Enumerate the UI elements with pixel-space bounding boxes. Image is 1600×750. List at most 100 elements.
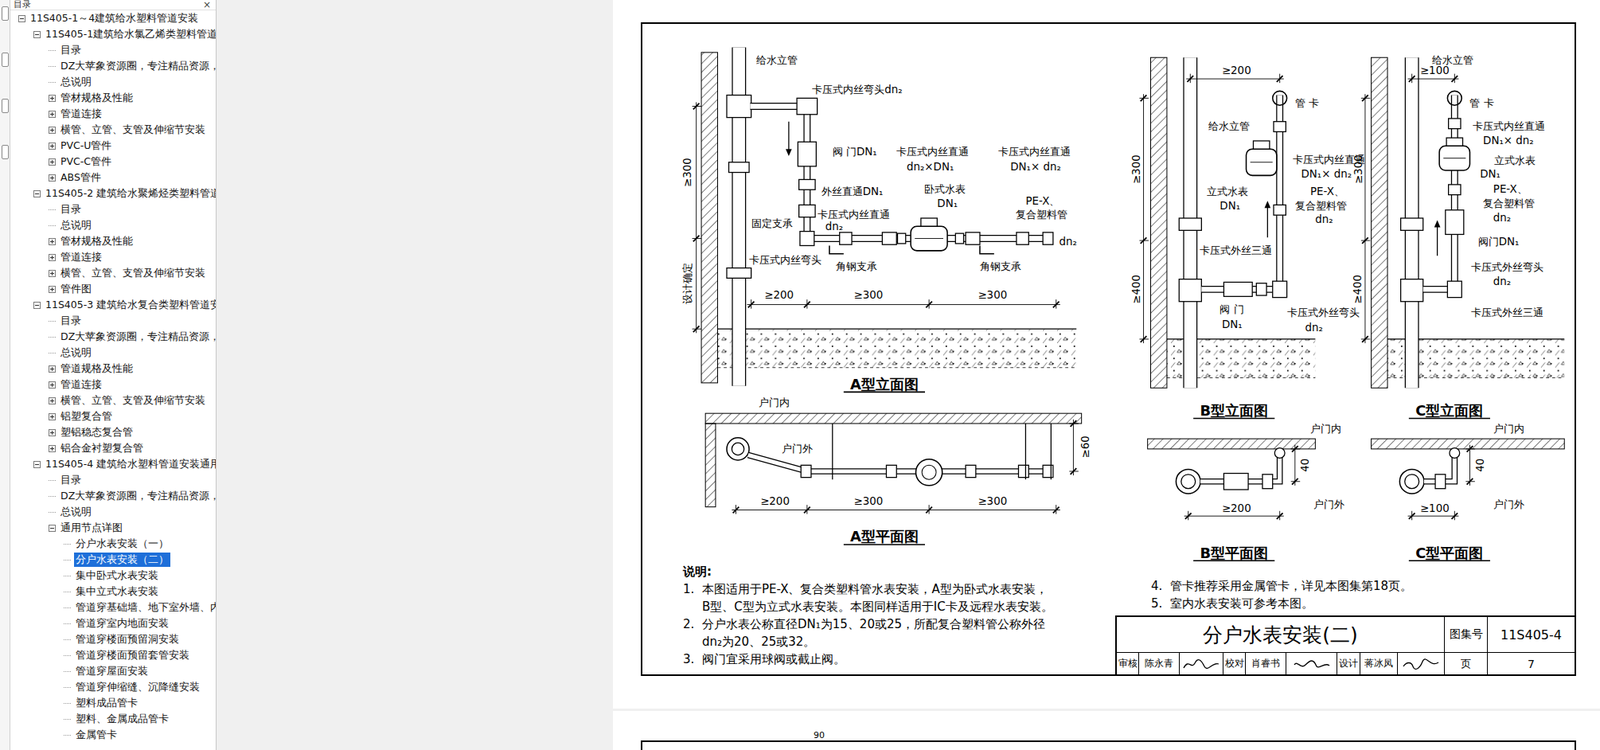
tree-item-label[interactable]: 管道连接: [58, 377, 104, 392]
tree-item[interactable]: 塑料、金属成品管卡: [10, 710, 216, 727]
tree-item-label[interactable]: 横管、立管、支管及伸缩节安装: [58, 122, 207, 137]
tree-item-label[interactable]: 管道穿楼面预留洞安装: [74, 632, 181, 647]
expand-icon[interactable]: [48, 110, 56, 118]
tree-item-label[interactable]: 塑料、金属成品管卡: [74, 711, 171, 726]
tree-item[interactable]: DZ大苹象资源圈，专注精品资源，提: [10, 487, 216, 504]
tree-item-label[interactable]: DZ大苹象资源圈，专注精品资源，提: [58, 329, 217, 344]
tree-item[interactable]: 管道规格及性能: [10, 360, 216, 377]
expand-icon[interactable]: [48, 381, 56, 389]
tree-item[interactable]: 塑铝稳态复合管: [10, 424, 216, 441]
expand-icon[interactable]: [48, 174, 56, 182]
tree-item-label[interactable]: 管道穿基础墙、地下室外墙、内墙: [74, 600, 217, 615]
tree-item[interactable]: 管道穿基础墙、地下室外墙、内墙: [10, 599, 216, 616]
tree-item-label[interactable]: 管道穿室内地面安装: [74, 616, 171, 631]
tree-item-label[interactable]: 集中立式水表安装: [74, 584, 160, 599]
tree-item[interactable]: 总说明: [10, 344, 216, 361]
tree-item-label[interactable]: 管道连接: [58, 106, 104, 121]
tree-item[interactable]: 管道穿屋面安装: [10, 663, 216, 680]
tree-item-label[interactable]: 塑铝稳态复合管: [58, 425, 135, 440]
tree-item-label[interactable]: DZ大苹象资源圈，专注精品资源，提: [58, 58, 217, 74]
tree-item-label[interactable]: 管件图: [58, 281, 94, 297]
tool-icon[interactable]: [1, 6, 9, 21]
tree-item-label[interactable]: 目录: [58, 202, 83, 217]
tree-item-label[interactable]: 通用节点详图: [58, 520, 125, 535]
tree-item-label[interactable]: PVC-U管件: [58, 138, 114, 153]
expand-icon[interactable]: [48, 269, 56, 278]
tree-item-label[interactable]: 分户水表安装（一）: [74, 536, 171, 551]
tree-item-label[interactable]: 管材规格及性能: [58, 90, 135, 106]
tree-item[interactable]: 金属管卡: [10, 726, 216, 743]
tree-item[interactable]: 管材规格及性能: [10, 89, 216, 106]
tree-item[interactable]: 目录: [10, 472, 216, 488]
expand-icon[interactable]: [48, 285, 56, 293]
tree-item-label[interactable]: 铝塑复合管: [58, 409, 114, 424]
tree-item-label[interactable]: ABS管件: [58, 170, 103, 185]
tree-item[interactable]: DZ大苹象资源圈，专注精品资源，提: [10, 328, 216, 345]
expand-icon[interactable]: [48, 158, 56, 166]
expand-icon[interactable]: [48, 142, 56, 150]
tree-item[interactable]: 总说明: [10, 74, 216, 90]
collapse-icon[interactable]: [33, 31, 41, 39]
tree-item[interactable]: 管件图: [10, 280, 216, 297]
tree-item[interactable]: 通用节点详图: [10, 519, 216, 536]
tree-item[interactable]: PVC-C管件: [10, 153, 216, 170]
tree-item-label[interactable]: 总说明: [58, 74, 94, 90]
tree-item[interactable]: 11S405-4 建筑给水塑料管道安装通用详: [10, 456, 216, 473]
tree-item[interactable]: 管道穿楼面预留套管安装: [10, 647, 216, 664]
expand-icon[interactable]: [48, 94, 56, 102]
tree-item-label[interactable]: 目录: [58, 313, 83, 328]
tree-item[interactable]: DZ大苹象资源圈，专注精品资源，提: [10, 58, 216, 75]
close-button[interactable]: ×: [202, 0, 211, 10]
tree-item[interactable]: 11S405-2 建筑给水聚烯烃类塑料管道安: [10, 185, 216, 202]
tree-item-label[interactable]: 管道穿伸缩缝、沉降缝安装: [74, 679, 202, 695]
tree-item[interactable]: 横管、立管、支管及伸缩节安装: [10, 265, 216, 281]
tree-item-label[interactable]: 目录: [58, 472, 83, 488]
tree-item[interactable]: 塑料成品管卡: [10, 694, 216, 711]
tree-item[interactable]: 管道连接: [10, 376, 216, 393]
tree-item[interactable]: 目录: [10, 312, 216, 329]
tree-item-label[interactable]: 横管、立管、支管及伸缩节安装: [58, 265, 207, 281]
expand-icon[interactable]: [48, 429, 56, 437]
collapse-icon[interactable]: [33, 301, 41, 309]
tree-item[interactable]: 总说明: [10, 217, 216, 234]
collapse-icon[interactable]: [48, 524, 56, 532]
tree-item-label[interactable]: 总说明: [58, 504, 94, 520]
tree-item-label[interactable]: 11S405-3 建筑给水复合类塑料管道安装: [43, 297, 217, 313]
tool-icon[interactable]: [1, 98, 9, 114]
tree-item[interactable]: 铝合金衬塑复合管: [10, 440, 216, 457]
tree-item[interactable]: 横管、立管、支管及伸缩节安装: [10, 121, 216, 138]
tree-item[interactable]: 分户水表安装（二）: [10, 551, 216, 568]
tree-item-label[interactable]: 横管、立管、支管及伸缩节安装: [58, 393, 207, 408]
tree-item[interactable]: 横管、立管、支管及伸缩节安装: [10, 392, 216, 409]
tree-item-label[interactable]: 总说明: [58, 345, 94, 360]
tree-item[interactable]: 集中立式水表安装: [10, 583, 216, 600]
tree-item[interactable]: 目录: [10, 201, 216, 218]
expand-icon[interactable]: [48, 238, 56, 246]
tree-item-label[interactable]: 管道穿屋面安装: [74, 663, 150, 679]
tree-item[interactable]: 管材规格及性能: [10, 233, 216, 250]
tree-item-label[interactable]: 管道连接: [58, 249, 104, 265]
tree-item-label[interactable]: 11S405-2 建筑给水聚烯烃类塑料管道安: [43, 186, 217, 201]
tree-item[interactable]: 集中卧式水表安装: [10, 567, 216, 584]
collapse-icon[interactable]: [33, 460, 41, 469]
expand-icon[interactable]: [48, 126, 56, 134]
tree-item[interactable]: 11S405-1～4建筑给水塑料管道安装: [10, 10, 216, 27]
expand-icon[interactable]: [48, 253, 56, 262]
tree-item[interactable]: 11S405-3 建筑给水复合类塑料管道安装: [10, 296, 216, 313]
tree-item[interactable]: 管道连接: [10, 249, 216, 266]
tree-item-label[interactable]: PVC-C管件: [58, 154, 114, 169]
tree-item-label[interactable]: 管道穿楼面预留套管安装: [74, 647, 192, 663]
tree-item-label[interactable]: 集中卧式水表安装: [74, 568, 160, 583]
tree-item-label[interactable]: 管材规格及性能: [58, 234, 135, 249]
tree-item-label[interactable]: 塑料成品管卡: [74, 695, 140, 711]
tree-item[interactable]: 管道穿楼面预留洞安装: [10, 631, 216, 648]
expand-icon[interactable]: [48, 365, 56, 373]
tree-item-label[interactable]: 11S405-4 建筑给水塑料管道安装通用详: [43, 456, 217, 472]
tree-item[interactable]: 管道连接: [10, 105, 216, 122]
tree-item[interactable]: 管道穿伸缩缝、沉降缝安装: [10, 679, 216, 695]
tree-item-label[interactable]: 铝合金衬塑复合管: [58, 440, 145, 456]
tree-item[interactable]: 目录: [10, 42, 216, 59]
tree-item[interactable]: 管道穿室内地面安装: [10, 615, 216, 632]
tree-item-label[interactable]: DZ大苹象资源圈，专注精品资源，提: [58, 488, 217, 504]
tree-item[interactable]: 分户水表安装（一）: [10, 535, 216, 552]
